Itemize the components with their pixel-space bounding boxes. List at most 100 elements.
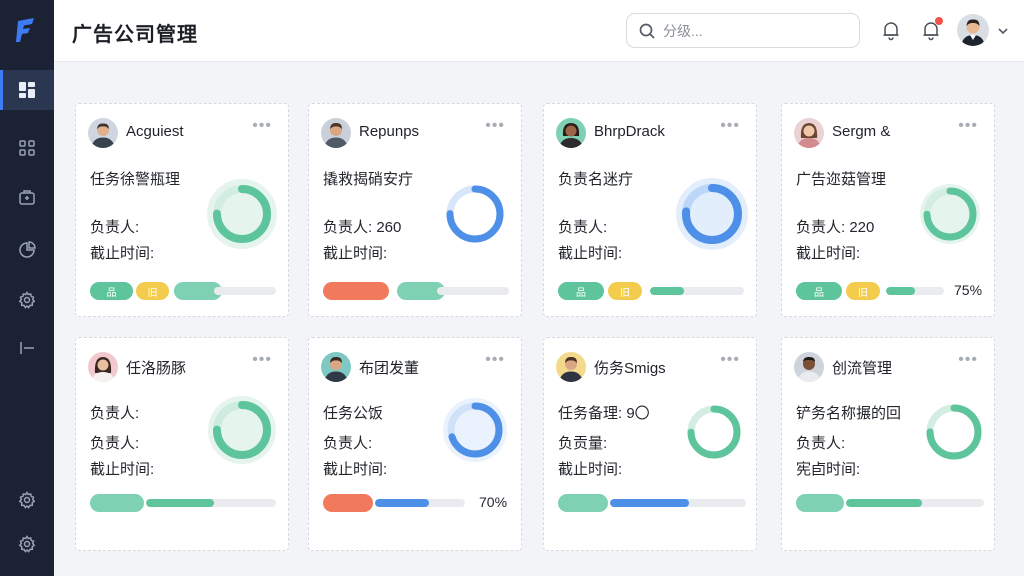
grid-layout-icon: [19, 82, 35, 98]
avatar: [321, 352, 351, 382]
sidebar-item-settings-alt[interactable]: [0, 480, 54, 520]
share-box-icon: [19, 190, 35, 205]
sidebar-item-apps[interactable]: [0, 128, 54, 168]
progress-fill: [375, 499, 429, 507]
card-owner-label: 负责人:: [90, 219, 140, 236]
card-task-title: 负责名迷疔: [558, 171, 634, 188]
progress-percent: 75%: [954, 282, 983, 298]
avatar: [794, 352, 824, 382]
progress-ring: [204, 176, 280, 252]
gear-icon: [18, 535, 36, 553]
more-options-icon[interactable]: •••: [252, 351, 272, 369]
avatar: [88, 352, 118, 382]
sidebar-item-collapse[interactable]: [0, 328, 54, 368]
page-title: 广告公司管理: [72, 24, 198, 46]
progress-fill: [886, 287, 915, 295]
sidebar-item-reports[interactable]: [0, 230, 54, 270]
chevron-down-icon[interactable]: [996, 24, 1010, 38]
avatar: [794, 118, 824, 148]
project-card[interactable]: 任洛肠豚 ••• 负责人: 负责人: 截止时间:: [75, 337, 289, 551]
project-card[interactable]: Repunps ••• 撬救揭硝安疔 负责人: 260 截止时间:: [308, 103, 522, 317]
card-owner-name: Repunps: [359, 123, 420, 140]
user-avatar[interactable]: [957, 14, 989, 46]
progress-bar: [886, 287, 944, 295]
card-owner-name: Acguiest: [126, 123, 184, 140]
card-owner-label: 负责人:: [796, 435, 846, 452]
more-options-icon[interactable]: •••: [485, 351, 505, 369]
app-logo-icon[interactable]: [15, 17, 39, 43]
project-card[interactable]: Acguiest ••• 任务徐警瓶理 负责人: 截止时间: 品 旧: [75, 103, 289, 317]
project-card[interactable]: 布团发董 ••• 任务公饭 负责人: 截止时间: 70%: [308, 337, 522, 551]
progress-bar: [146, 499, 276, 507]
progress-ring: [912, 176, 988, 252]
progress-fill: [650, 287, 684, 295]
sidebar-item-settings-more[interactable]: [0, 524, 54, 564]
progress-bar: [610, 499, 746, 507]
card-deadline-label: 截止时间:: [90, 461, 155, 478]
progress-percent: 70%: [479, 494, 508, 510]
sidebar: [0, 0, 54, 576]
progress-bar: [437, 287, 509, 295]
status-tag-green: [558, 494, 608, 512]
progress-fill: [610, 499, 689, 507]
card-owner-name: 伤务Smigs: [594, 360, 666, 377]
card-task-title: 广告迩菇管理: [796, 171, 887, 188]
progress-bar: [214, 287, 276, 295]
status-tag-orange: [323, 494, 373, 512]
progress-ring: [676, 394, 752, 470]
collapse-icon: [20, 342, 34, 354]
status-tag-yellow: 旧: [608, 282, 642, 300]
card-owner-label: 负贡量:: [558, 435, 608, 452]
card-deadline-label: 截止时间:: [90, 245, 155, 262]
card-task-title: 撬救揭硝安疔: [323, 171, 414, 188]
sidebar-item-share[interactable]: [0, 177, 54, 217]
progress-ring: [204, 392, 280, 468]
status-tag-yellow: 旧: [846, 282, 880, 300]
status-tag-green: 品: [90, 282, 133, 300]
more-options-icon[interactable]: •••: [958, 117, 978, 135]
pie-chart-icon: [19, 241, 36, 258]
apps-icon: [19, 140, 35, 156]
search-input[interactable]: [663, 20, 848, 42]
card-deadline-label: 截止时间:: [323, 461, 388, 478]
project-card[interactable]: BhrpDrack ••• 负责名迷疔 负责人: 截止时间: 品 旧: [543, 103, 757, 317]
card-task-title: 任务公饭: [323, 405, 384, 422]
project-card[interactable]: Sergm & ••• 广告迩菇管理 负责人: 220 截止时间: 品 旧 75…: [781, 103, 995, 317]
status-tag-green: 品: [796, 282, 842, 300]
progress-ring: [437, 392, 513, 468]
card-owner-name: 创流管理: [832, 360, 893, 377]
progress-ring: [916, 394, 992, 470]
more-options-icon[interactable]: •••: [720, 117, 740, 135]
card-task-title: 任务备理: 9〇: [558, 405, 650, 422]
card-owner-name: 布团发董: [359, 360, 420, 377]
progress-fill: [146, 499, 214, 507]
notification-dot: [935, 17, 943, 25]
card-deadline-label: 截止时间:: [796, 245, 861, 262]
more-options-icon[interactable]: •••: [485, 117, 505, 135]
status-tag-green: [796, 494, 844, 512]
card-deadline-label: 宪卣时间:: [796, 461, 861, 478]
more-options-icon[interactable]: •••: [720, 351, 740, 369]
more-options-icon[interactable]: •••: [958, 351, 978, 369]
notifications-button[interactable]: [880, 19, 902, 41]
card-deadline-label: 截止时间:: [323, 245, 388, 262]
alerts-button[interactable]: [920, 17, 943, 41]
project-card[interactable]: 伤务Smigs ••• 任务备理: 9〇 负贡量: 截止时间:: [543, 337, 757, 551]
progress-ring: [437, 176, 513, 252]
progress-fill: [846, 499, 922, 507]
card-task-title: 任务徐警瓶理: [90, 171, 181, 188]
project-card[interactable]: 创流管理 ••• 铲务名称搌的回 负责人: 宪卣时间:: [781, 337, 995, 551]
card-deadline-label: 截止时间:: [558, 461, 623, 478]
sidebar-item-dashboard[interactable]: [0, 70, 54, 110]
card-owner-label: 负责人: 260: [323, 219, 402, 236]
avatar: [556, 352, 586, 382]
progress-ring: [674, 176, 750, 252]
sidebar-item-settings[interactable]: [0, 280, 54, 320]
search-box[interactable]: [626, 13, 860, 48]
card-owner-label: 负责人:: [558, 219, 608, 236]
progress-bar: [846, 499, 984, 507]
progress-bar: [375, 499, 465, 507]
avatar: [88, 118, 118, 148]
card-task-title: 铲务名称搌的回: [796, 405, 902, 422]
more-options-icon[interactable]: •••: [252, 117, 272, 135]
